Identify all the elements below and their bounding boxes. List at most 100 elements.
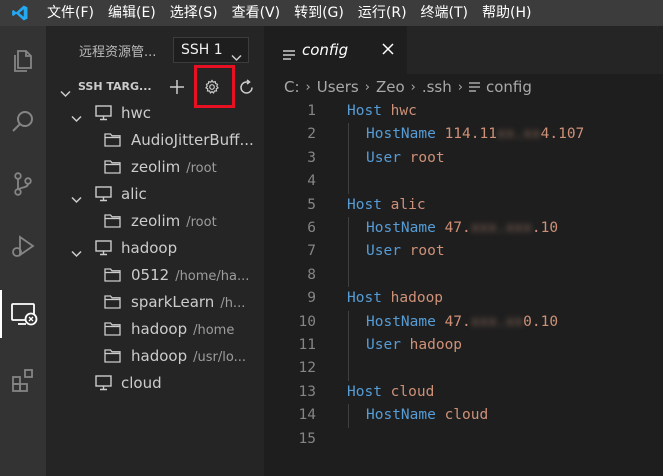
chevron-right-icon: › — [457, 79, 463, 95]
code-line[interactable]: 12 — [264, 357, 663, 381]
tree-item-folder[interactable]: 0512/home/ha... — [46, 262, 264, 289]
chevron-down-icon[interactable] — [71, 243, 82, 262]
menu-item[interactable]: 选择(S) — [163, 0, 225, 26]
menu-item[interactable]: 运行(R) — [351, 0, 414, 26]
tree-item-name: hadoop — [121, 239, 178, 257]
tree-item-name: hadoop — [131, 320, 188, 338]
run-debug-icon[interactable] — [0, 222, 46, 270]
tree-item-folder[interactable]: zeolim/root — [46, 154, 264, 181]
tree-item-host[interactable]: hwc — [46, 100, 264, 127]
code-line[interactable]: 10 HostName 47.xxx.xx0.10 — [264, 310, 663, 334]
activity-bar — [0, 26, 46, 476]
chevron-right-icon: › — [410, 79, 416, 95]
menu-item[interactable]: 编辑(E) — [101, 0, 163, 26]
indent-guide — [348, 310, 349, 334]
code-value: hadoop — [390, 290, 444, 307]
code-line[interactable]: 9 Host hadoop — [264, 287, 663, 310]
tree-item-name: sparkLearn — [131, 293, 215, 311]
line-number: 6 — [307, 220, 316, 236]
remote-type-select[interactable]: SSH 1 — [173, 37, 249, 63]
monitor-icon — [95, 105, 112, 125]
monitor-icon — [95, 186, 112, 206]
code-line[interactable]: 3 User root — [264, 146, 663, 171]
menu-item[interactable]: 帮助(H) — [475, 0, 538, 26]
code-keyword: Host — [347, 383, 382, 400]
explorer-icon[interactable] — [0, 36, 46, 84]
line-number: 15 — [298, 430, 316, 447]
folder-icon — [104, 267, 121, 286]
menu-item[interactable]: 转到(G) — [287, 0, 351, 26]
code-line[interactable]: 13 Host cloud — [264, 381, 663, 404]
refresh-icon[interactable] — [235, 76, 257, 98]
title-bar: 文件(F) 编辑(E) 选择(S) 查看(V) 转到(G) 运行(R) 终端(T) 帮助(H) — [0, 0, 663, 26]
folder-icon — [104, 321, 121, 340]
tree-item-label: zeolim/root — [131, 212, 217, 230]
code-line[interactable]: 14 HostName cloud — [264, 404, 663, 428]
code-line[interactable]: 2 HostName 114.11xx.xx4.107 — [264, 123, 663, 147]
tree-item-folder[interactable]: AudioJitterBuff... — [46, 127, 264, 154]
breadcrumb-item[interactable]: .ssh — [422, 78, 452, 96]
indent-guide — [348, 357, 349, 381]
code-value: 0.10 — [523, 313, 559, 330]
tree-item-path: /home/ha... — [175, 269, 250, 284]
code-text: HostName 47.xxx.xx0.10 — [366, 311, 558, 334]
code-line[interactable]: 7 User root — [264, 240, 663, 264]
code-line[interactable]: 11 User hadoop — [264, 334, 663, 358]
tree-item-folder[interactable]: hadoop/usr/lo... — [46, 343, 264, 370]
tabs-bar: config — [264, 26, 663, 74]
code-value: cloud — [390, 383, 435, 400]
code-value: 47. — [444, 313, 471, 330]
code-line[interactable]: 1 Host hwc — [264, 100, 663, 123]
code-keyword: HostName — [366, 126, 436, 143]
search-icon[interactable] — [0, 98, 46, 146]
tree-item-folder[interactable]: zeolim/root — [46, 208, 264, 235]
breadcrumb-item[interactable]: Users — [317, 78, 359, 96]
code-line[interactable]: 15 — [264, 428, 663, 451]
code-line[interactable]: 4 — [264, 170, 663, 194]
code-line[interactable]: 8 — [264, 263, 663, 288]
tree-item-name: AudioJitterBuff... — [131, 131, 254, 149]
source-control-icon[interactable] — [0, 160, 46, 208]
line-number: 2 — [307, 126, 316, 143]
breadcrumb-item[interactable]: Zeo — [376, 78, 405, 96]
indent-guide — [348, 217, 349, 241]
code-line[interactable]: 5 Host alic — [264, 194, 663, 217]
close-icon[interactable] — [381, 41, 395, 60]
section-title: SSH TARG... — [78, 80, 152, 93]
line-number: 4 — [307, 173, 316, 190]
line-number: 13 — [298, 383, 316, 400]
code-line[interactable]: 6 HostName 47.xxx.xxx.10 — [264, 217, 663, 241]
tree-item-host[interactable]: hadoop — [46, 235, 264, 262]
remote-explorer-icon[interactable] — [0, 290, 46, 338]
code-text: Host hadoop — [347, 287, 443, 310]
chevron-right-icon: › — [305, 79, 311, 95]
line-number: 14 — [298, 407, 316, 424]
line-number: 12 — [298, 360, 316, 377]
monitor-icon — [95, 240, 112, 260]
tree-item-host[interactable]: alic — [46, 181, 264, 208]
extensions-icon[interactable] — [0, 356, 46, 404]
code-text: HostName 114.11xx.xx4.107 — [366, 123, 584, 146]
tree-item-label: AudioJitterBuff... — [131, 131, 254, 149]
tree-item-label: cloud — [121, 374, 162, 392]
chevron-down-icon[interactable] — [71, 189, 82, 208]
tree-item-folder[interactable]: hadoop/home — [46, 316, 264, 343]
code-value: alic — [390, 196, 426, 213]
tree-item-path: /root — [186, 215, 217, 230]
indent-guide — [348, 146, 349, 171]
line-number: 7 — [307, 243, 316, 260]
tree-item-folder[interactable]: sparkLearn/h... — [46, 289, 264, 316]
menu-item[interactable]: 终端(T) — [414, 0, 475, 26]
tab-config[interactable]: config — [264, 26, 407, 74]
add-icon[interactable] — [166, 76, 188, 98]
line-number: 10 — [298, 313, 316, 330]
menu-item[interactable]: 查看(V) — [225, 0, 288, 26]
tree-item-host[interactable]: cloud — [46, 370, 264, 397]
indent-guide — [348, 170, 349, 194]
breadcrumb-item[interactable]: config — [486, 78, 532, 96]
chevron-down-icon[interactable] — [71, 108, 82, 127]
tree-item-label: hadoop — [121, 239, 177, 257]
tree-item-label: hadoop/home — [131, 320, 234, 338]
menu-item[interactable]: 文件(F) — [40, 0, 101, 26]
breadcrumb-item[interactable]: C: — [284, 78, 300, 96]
